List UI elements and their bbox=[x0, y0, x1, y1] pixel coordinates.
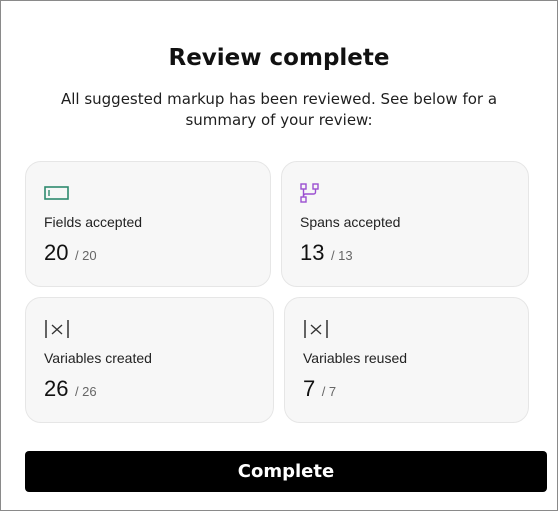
variables-reused-label: Variables reused bbox=[303, 350, 408, 366]
fields-accepted-label: Fields accepted bbox=[44, 214, 143, 230]
variables-reused-card: Variables reused 7 / 7 bbox=[284, 297, 529, 423]
variable-icon bbox=[44, 318, 70, 340]
variables-created-value: 26 / 26 bbox=[44, 376, 97, 402]
fields-accepted-card: Fields accepted 20 / 20 bbox=[25, 161, 271, 287]
branch-icon bbox=[300, 182, 326, 204]
spans-accepted-value: 13 / 13 bbox=[300, 240, 353, 266]
variables-reused-total: / 7 bbox=[321, 384, 337, 399]
dialog-subtitle: All suggested markup has been reviewed. … bbox=[60, 90, 498, 129]
complete-button[interactable]: Complete bbox=[25, 451, 547, 492]
spans-accepted-label: Spans accepted bbox=[300, 214, 401, 230]
variables-created-label: Variables created bbox=[44, 350, 152, 366]
fields-accepted-count: 20 bbox=[44, 240, 69, 265]
spans-accepted-total: / 13 bbox=[330, 248, 353, 263]
field-icon bbox=[44, 182, 70, 204]
fields-accepted-value: 20 / 20 bbox=[44, 240, 97, 266]
review-complete-dialog: Review complete All suggested markup has… bbox=[0, 0, 558, 511]
fields-accepted-total: / 20 bbox=[74, 248, 97, 263]
variables-reused-count: 7 bbox=[303, 376, 316, 401]
spans-accepted-count: 13 bbox=[300, 240, 325, 265]
variables-reused-value: 7 / 7 bbox=[303, 376, 336, 402]
dialog-title: Review complete bbox=[168, 45, 390, 71]
variable-icon bbox=[303, 318, 329, 340]
variables-created-total: / 26 bbox=[74, 384, 97, 399]
variables-created-card: Variables created 26 / 26 bbox=[25, 297, 274, 423]
variables-created-count: 26 bbox=[44, 376, 69, 401]
spans-accepted-card: Spans accepted 13 / 13 bbox=[281, 161, 529, 287]
